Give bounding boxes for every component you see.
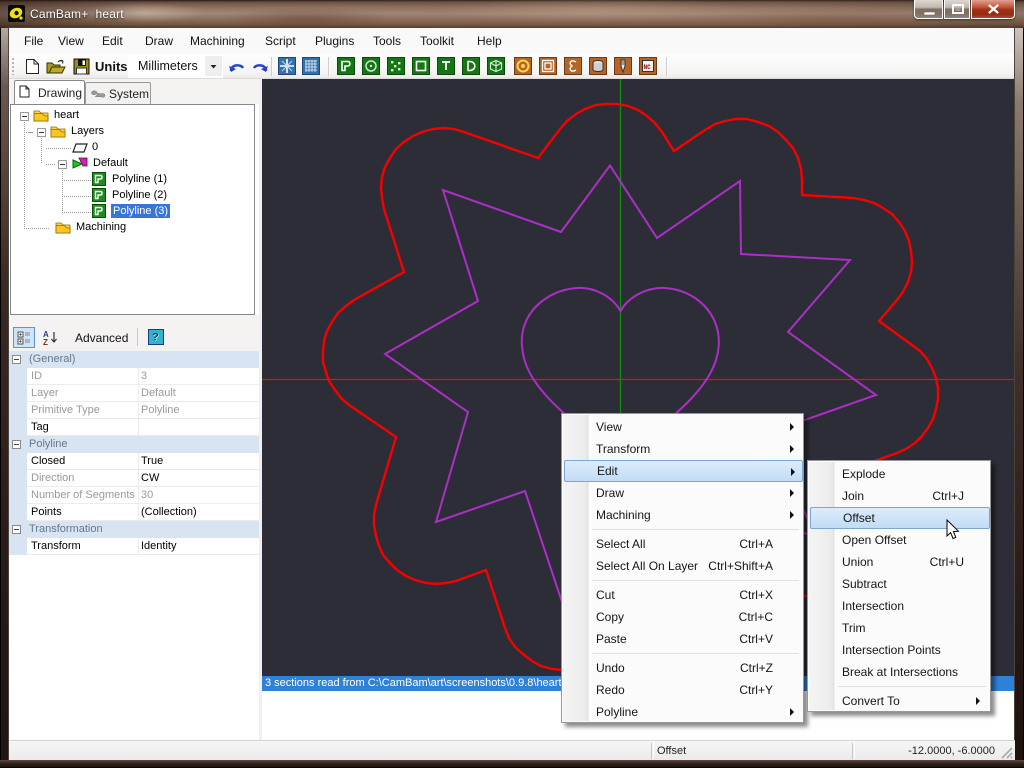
- svg-text:Z: Z: [43, 338, 48, 345]
- svg-text:NC: NC: [644, 64, 652, 71]
- svg-text:?: ?: [152, 332, 159, 344]
